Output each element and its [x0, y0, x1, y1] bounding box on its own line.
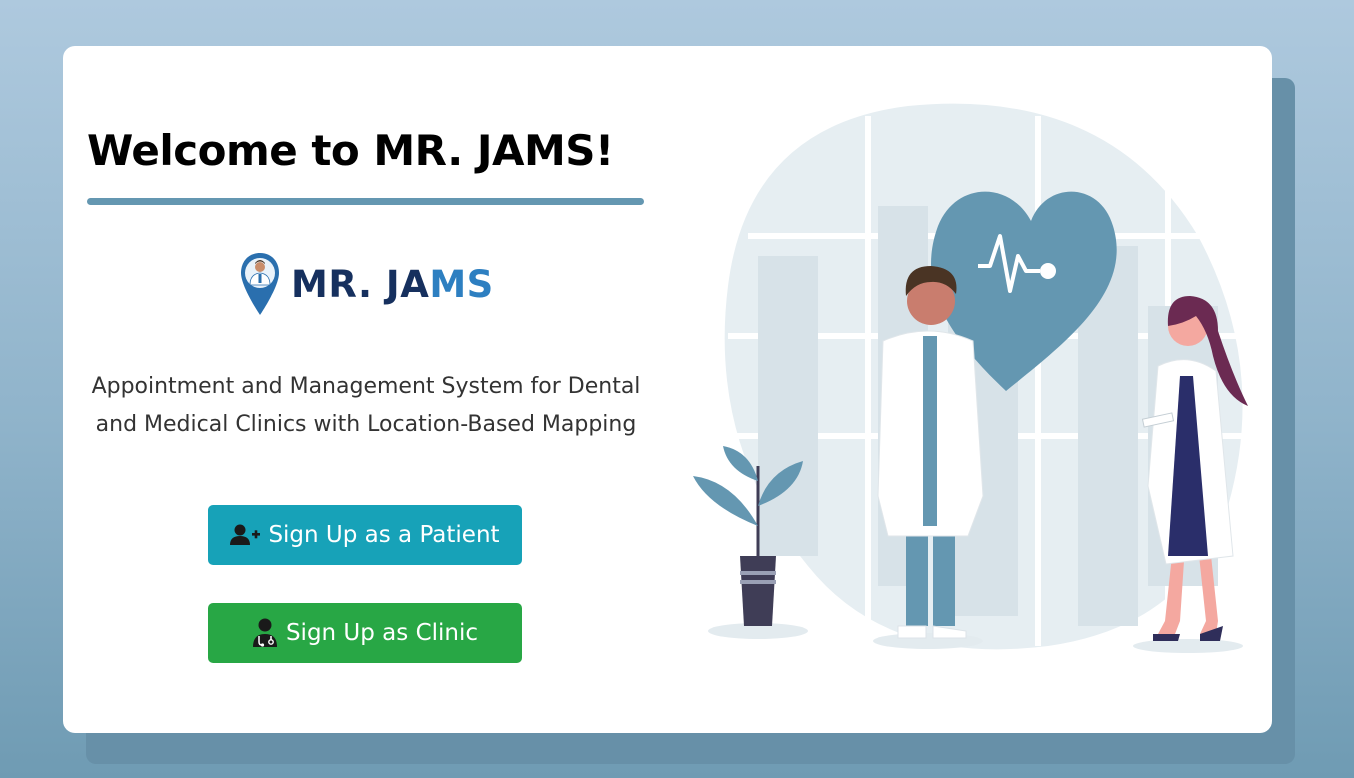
logo-text-accent: MS	[429, 262, 494, 306]
user-doctor-icon	[252, 618, 278, 648]
user-plus-icon	[230, 524, 261, 546]
welcome-card: Welcome to MR. JAMS! MR. JAMS Appointmen…	[63, 46, 1272, 733]
description-line-1: Appointment and Management System for De…	[91, 374, 641, 399]
title-underline	[87, 198, 644, 205]
signup-clinic-label: Sign Up as Clinic	[285, 620, 479, 646]
description-line-2: and Medical Clinics with Location-Based …	[95, 412, 637, 437]
signup-patient-button[interactable]: Sign Up as a Patient	[208, 505, 522, 565]
app-description: Appointment and Management System for De…	[87, 368, 645, 444]
doctors-illustration	[693, 103, 1248, 653]
welcome-panel: Welcome to MR. JAMS! MR. JAMS Appointmen…	[87, 46, 645, 733]
logo-wordmark: MR. JAMS	[291, 263, 494, 306]
page-title: Welcome to MR. JAMS!	[87, 126, 614, 175]
signup-clinic-button[interactable]: Sign Up as Clinic	[208, 603, 522, 663]
logo-text-main: MR. JA	[291, 262, 430, 306]
app-logo: MR. JAMS	[239, 251, 494, 317]
signup-patient-label: Sign Up as a Patient	[268, 522, 500, 548]
location-pin-logo-icon	[241, 253, 279, 315]
